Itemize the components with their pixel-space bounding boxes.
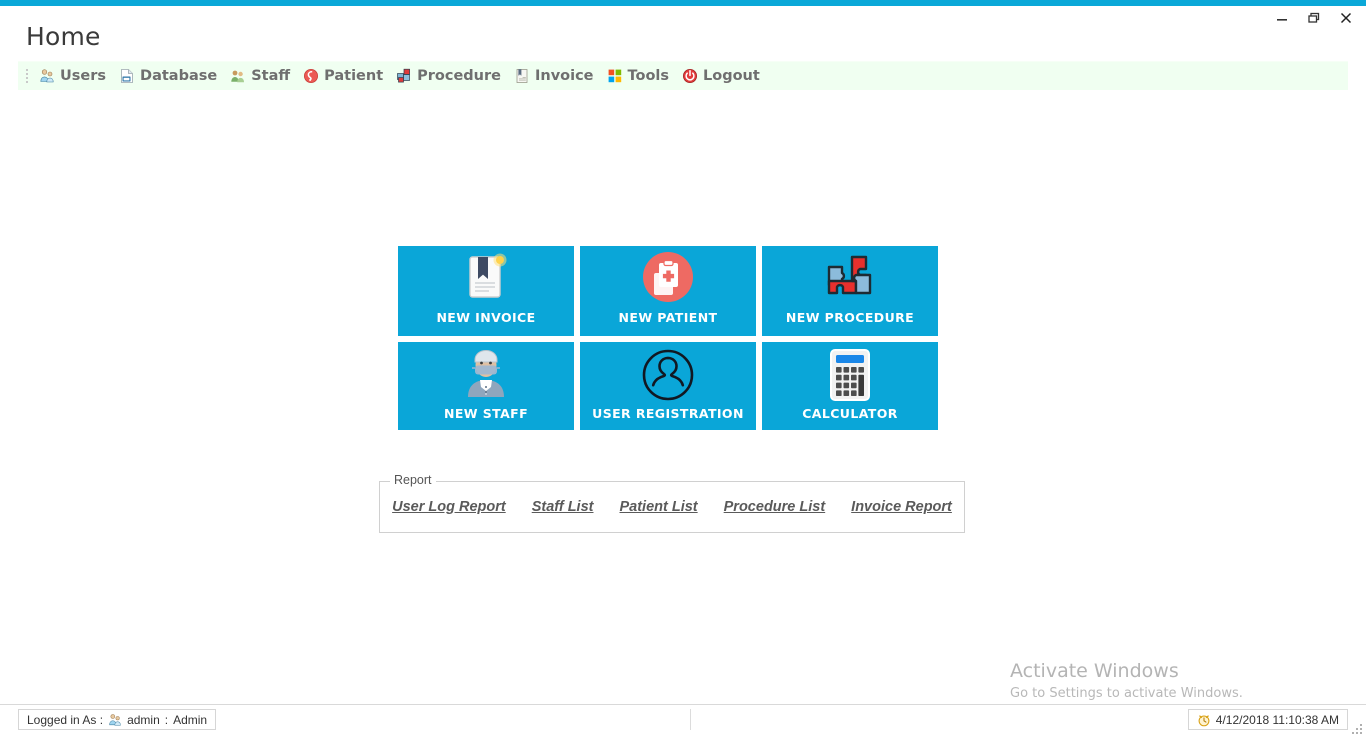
menu-item-label: Database [140, 68, 218, 84]
menu-item-invoice[interactable]: Invoice [509, 65, 602, 87]
tile-new-invoice[interactable]: NEW INVOICE [398, 246, 574, 336]
report-link-patient-list[interactable]: Patient List [619, 499, 697, 515]
menu-item-staff[interactable]: Staff [225, 65, 298, 87]
menu-item-label: Tools [627, 68, 670, 84]
watermark-subtitle: Go to Settings to activate Windows. [1010, 686, 1243, 701]
page-title: Home [26, 22, 101, 51]
status-bar: Logged in As : admin : Admin 4/12/2018 1… [0, 704, 1366, 736]
invoice-icon [514, 68, 530, 84]
minimize-button[interactable] [1274, 10, 1290, 26]
tile-label: NEW PATIENT [618, 310, 718, 325]
menu-item-label: Patient [324, 68, 384, 84]
invoice-bookmark-icon [458, 250, 514, 308]
status-logged-in-panel: Logged in As : admin : Admin [18, 709, 217, 730]
staff-icon [230, 68, 246, 84]
tile-label: NEW PROCEDURE [785, 310, 915, 325]
tile-user-registration[interactable]: USER REGISTRATION [580, 342, 756, 430]
window-controls [1274, 6, 1360, 30]
report-link-list: User Log Report Staff List Patient List … [379, 481, 965, 533]
tile-label: NEW INVOICE [436, 310, 536, 325]
menu-item-users[interactable]: Users [34, 65, 114, 87]
report-link-procedure-list[interactable]: Procedure List [724, 499, 826, 515]
status-separator: : [164, 712, 169, 727]
tile-row: NEW INVOICE NEW PATIENT NEW PROCEDURE [398, 246, 940, 336]
puzzle-icon [821, 250, 879, 308]
report-link-user-log-report[interactable]: User Log Report [392, 499, 506, 515]
tile-label: CALCULATOR [802, 406, 898, 421]
menu-item-database[interactable]: Database [114, 65, 225, 87]
report-link-invoice-report[interactable]: Invoice Report [851, 499, 952, 515]
patient-clipboard-icon [640, 250, 696, 308]
logout-icon [682, 68, 698, 84]
status-role: Admin [173, 712, 208, 727]
patient-icon [303, 68, 319, 84]
status-logged-in-label: Logged in As : [27, 712, 104, 727]
home-tile-grid: NEW INVOICE NEW PATIENT NEW PROCEDURE NE… [398, 246, 940, 436]
menu-item-label: Procedure [417, 68, 501, 84]
calculator-icon [826, 346, 874, 404]
tile-new-patient[interactable]: NEW PATIENT [580, 246, 756, 336]
menu-drag-grip[interactable] [22, 67, 32, 85]
doctor-avatar-icon [458, 346, 514, 404]
close-button[interactable] [1338, 10, 1354, 26]
close-icon [1340, 12, 1352, 24]
menu-item-label: Invoice [534, 68, 594, 84]
activate-windows-watermark: Activate Windows Go to Settings to activ… [1010, 658, 1310, 704]
tile-calculator[interactable]: CALCULATOR [762, 342, 938, 430]
tile-new-staff[interactable]: NEW STAFF [398, 342, 574, 430]
menu-item-procedure[interactable]: Procedure [391, 65, 509, 87]
status-divider [690, 709, 691, 730]
title-bar-accent-strip [0, 0, 1366, 6]
procedure-icon [396, 68, 412, 84]
users-icon [39, 68, 55, 84]
menu-item-patient[interactable]: Patient [298, 65, 391, 87]
database-icon [119, 68, 135, 84]
tools-icon [607, 68, 623, 84]
resize-grip[interactable] [1350, 722, 1362, 734]
menu-item-label: Logout [703, 68, 760, 84]
menu-item-label: Staff [251, 68, 291, 84]
menu-item-label: Users [60, 68, 107, 84]
menu-item-tools[interactable]: Tools [602, 65, 678, 87]
status-datetime-panel: 4/12/2018 11:10:38 AM [1187, 709, 1348, 730]
status-datetime: 4/12/2018 11:10:38 AM [1215, 712, 1339, 727]
tile-label: USER REGISTRATION [592, 406, 744, 421]
main-menu-bar: Users Database Staff Patient Procedure I… [18, 61, 1348, 90]
status-username: admin [127, 712, 160, 727]
menu-item-logout[interactable]: Logout [677, 65, 768, 87]
restore-icon [1308, 12, 1320, 23]
minimize-icon [1277, 19, 1287, 21]
tile-row: NEW STAFF USER REGISTRATION CALCULATOR [398, 342, 940, 430]
user-circle-icon [640, 346, 696, 404]
clock-icon [1197, 713, 1211, 727]
tile-label: NEW STAFF [443, 406, 529, 421]
watermark-title: Activate Windows [1010, 660, 1179, 682]
application-window: Home Users Database Staff Patient Proced… [0, 0, 1366, 736]
report-link-staff-list[interactable]: Staff List [532, 499, 594, 515]
tile-new-procedure[interactable]: NEW PROCEDURE [762, 246, 938, 336]
restore-button[interactable] [1306, 10, 1322, 26]
user-icon [108, 713, 122, 727]
